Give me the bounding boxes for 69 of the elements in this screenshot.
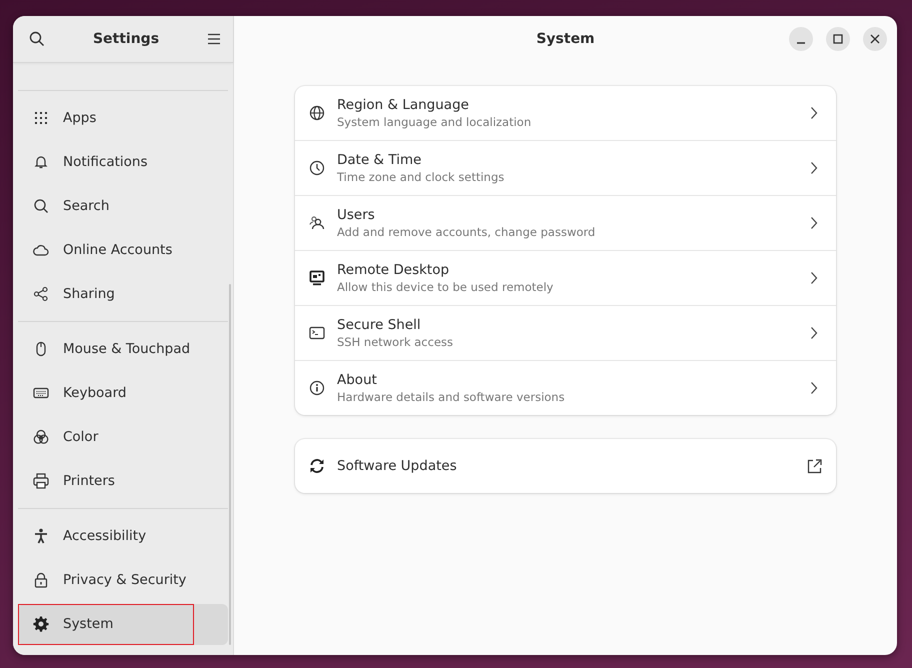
refresh-icon (309, 458, 325, 474)
minimize-icon (797, 42, 805, 44)
menu-button[interactable] (205, 31, 223, 47)
printer-icon (33, 473, 49, 489)
settings-row[interactable]: Date & Time Time zone and clock settings (295, 140, 836, 195)
sidebar-item[interactable]: Apps (18, 98, 228, 138)
chevron-right-icon (810, 326, 818, 340)
sidebar-item[interactable]: Notifications (18, 142, 228, 182)
settings-row[interactable]: Users Add and remove accounts, change password (295, 195, 836, 250)
bell-icon (33, 154, 49, 170)
external-link-icon (806, 458, 822, 474)
sidebar-item[interactable]: Mouse & Touchpad (18, 328, 228, 370)
sidebar-item[interactable]: Keyboard (18, 372, 228, 414)
sidebar-item[interactable]: Accessibility (18, 516, 228, 556)
search-icon (29, 31, 45, 47)
row-subtitle: SSH network access (337, 335, 454, 349)
settings-row[interactable]: Region & Language System language and localization (295, 86, 836, 140)
close-button[interactable] (863, 27, 887, 51)
scrollbar[interactable] (229, 284, 231, 645)
search-icon (33, 198, 49, 214)
row-title: Users (337, 207, 376, 223)
apps-grid-icon (33, 110, 49, 126)
row-title: Software Updates (337, 458, 458, 474)
users-icon (309, 215, 325, 231)
row-subtitle: Hardware details and software versions (337, 390, 566, 404)
sidebar-item[interactable]: Online Accounts (18, 230, 228, 270)
lock-icon (33, 572, 49, 588)
monitor-icon (309, 270, 325, 286)
row-subtitle: System language and localization (337, 115, 532, 129)
cloud-icon (33, 242, 49, 258)
sidebar-item[interactable]: Printers (18, 460, 228, 502)
chevron-right-icon (810, 106, 818, 120)
chevron-right-icon (810, 216, 818, 230)
share-icon (33, 286, 49, 302)
sidebar-item[interactable]: System (18, 604, 228, 644)
row-title: Secure Shell (337, 317, 422, 333)
terminal-icon (309, 325, 325, 341)
row-subtitle: Time zone and clock settings (337, 170, 506, 184)
menu-icon (207, 33, 221, 45)
row-title: About (337, 372, 378, 388)
row-title: Date & Time (337, 152, 422, 168)
row-title: Remote Desktop (337, 262, 450, 278)
chevron-right-icon (810, 381, 818, 395)
clock-icon (309, 160, 325, 176)
row-subtitle: Add and remove accounts, change password (337, 225, 596, 239)
settings-row[interactable]: Secure Shell SSH network access (295, 305, 836, 360)
info-icon (309, 380, 325, 396)
sidebar-item[interactable]: Privacy & Security (18, 560, 228, 600)
minimize-button[interactable] (789, 27, 813, 51)
software-updates-row[interactable]: Software Updates (295, 439, 836, 493)
sidebar-item[interactable]: Search (18, 186, 228, 226)
maximize-button[interactable] (826, 27, 850, 51)
settings-row[interactable]: About Hardware details and software versions (295, 360, 836, 415)
sidebar-item[interactable]: Sharing (18, 274, 228, 314)
settings-row[interactable]: Remote Desktop Allow this device to be used remotely (295, 250, 836, 305)
globe-icon (309, 105, 325, 121)
chevron-right-icon (810, 161, 818, 175)
row-subtitle: Allow this device to be used remotely (337, 280, 554, 294)
close-icon (870, 34, 880, 44)
person-icon (33, 528, 49, 544)
sidebar-item[interactable]: Color (18, 416, 228, 458)
chevron-right-icon (810, 271, 818, 285)
page-title: System (536, 31, 595, 47)
keyboard-icon (33, 385, 49, 401)
sidebar-title: Settings (92, 31, 160, 47)
gear-icon (33, 616, 49, 632)
maximize-icon (833, 34, 843, 44)
color-wheel-icon (33, 429, 49, 445)
row-title: Region & Language (337, 97, 470, 113)
